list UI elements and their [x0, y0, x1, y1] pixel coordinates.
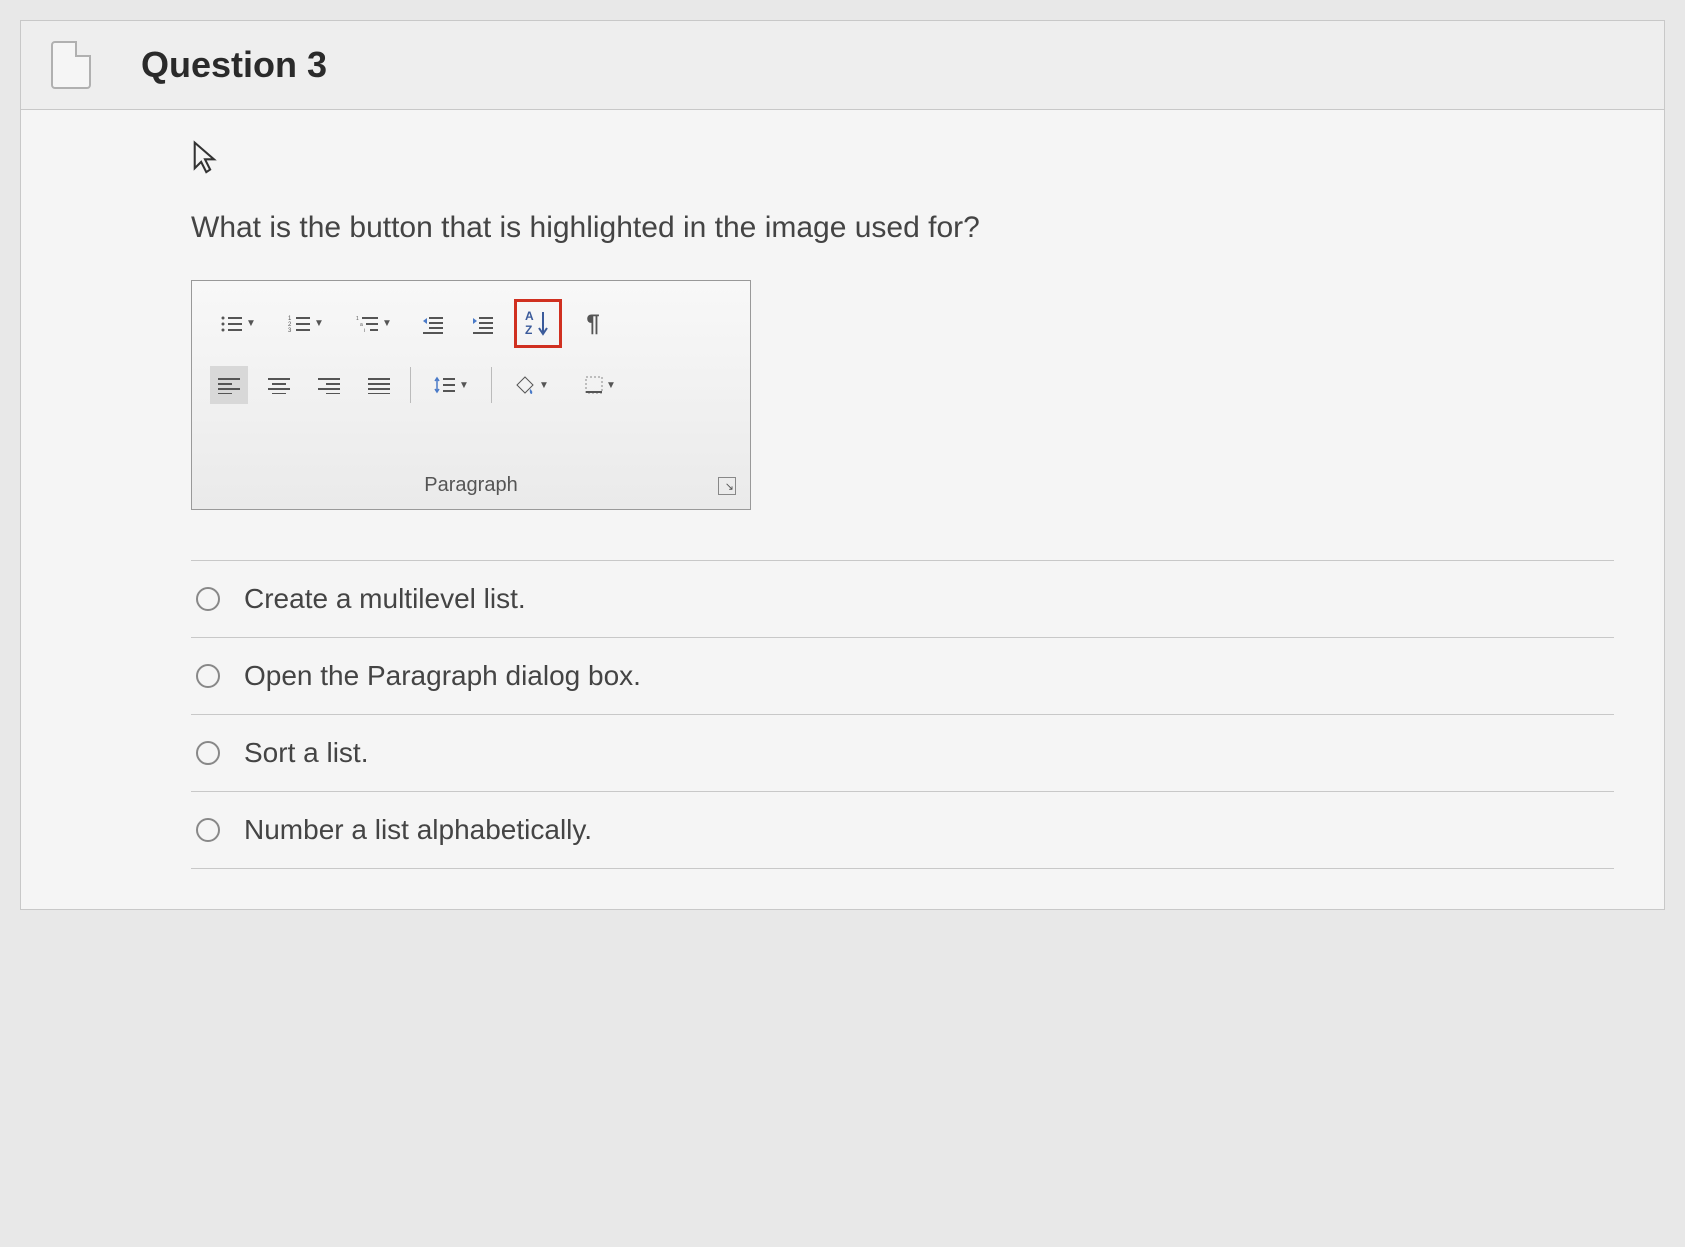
shading-icon — [515, 375, 537, 395]
borders-icon — [584, 375, 604, 395]
bullets-button[interactable]: ▼ — [210, 305, 266, 343]
decrease-indent-button[interactable] — [414, 305, 452, 343]
svg-text:Z: Z — [525, 323, 532, 337]
ribbon-paragraph-group: ▼ 123 ▼ 1ai ▼ — [191, 280, 751, 510]
divider — [491, 367, 492, 403]
question-container: Question 3 What is the button that is hi… — [20, 20, 1665, 910]
answer-text: Sort a list. — [244, 737, 368, 769]
ribbon-row-bottom: ▼ ▼ ▼ — [210, 366, 732, 404]
numbering-button[interactable]: 123 ▼ — [278, 305, 334, 343]
pilcrow-icon: ¶ — [586, 310, 599, 338]
justify-icon — [368, 376, 390, 394]
multilevel-list-button[interactable]: 1ai ▼ — [346, 305, 402, 343]
dialog-launcher-button[interactable]: ↘ — [718, 477, 736, 495]
radio-icon — [196, 587, 220, 611]
bullets-icon — [220, 314, 244, 334]
answer-option[interactable]: Create a multilevel list. — [191, 561, 1614, 638]
decrease-indent-icon — [421, 314, 445, 334]
answer-text: Create a multilevel list. — [244, 583, 526, 615]
answer-option[interactable]: Open the Paragraph dialog box. — [191, 638, 1614, 715]
align-left-icon — [218, 376, 240, 394]
question-prompt: What is the button that is highlighted i… — [191, 211, 1614, 245]
shading-button[interactable]: ▼ — [504, 366, 560, 404]
answer-option[interactable]: Sort a list. — [191, 715, 1614, 792]
question-title: Question 3 — [141, 44, 327, 86]
svg-text:3: 3 — [288, 328, 292, 334]
align-center-icon — [268, 376, 290, 394]
svg-text:A: A — [525, 309, 534, 323]
ribbon-row-top: ▼ 123 ▼ 1ai ▼ — [210, 299, 732, 348]
increase-indent-button[interactable] — [464, 305, 502, 343]
show-hide-button[interactable]: ¶ — [574, 305, 612, 343]
question-header: Question 3 — [21, 21, 1664, 110]
divider — [410, 367, 411, 403]
question-body: What is the button that is highlighted i… — [21, 110, 1664, 909]
borders-button[interactable]: ▼ — [572, 366, 628, 404]
dropdown-arrow-icon: ▼ — [314, 318, 324, 329]
svg-text:1: 1 — [356, 316, 359, 322]
svg-text:i: i — [364, 328, 365, 334]
line-spacing-icon — [433, 375, 457, 395]
highlighted-button-box: A Z — [514, 299, 562, 348]
radio-icon — [196, 818, 220, 842]
multilevel-icon: 1ai — [356, 314, 380, 334]
ribbon-group-label: Paragraph — [424, 474, 517, 497]
answer-text: Number a list alphabetically. — [244, 814, 592, 846]
dropdown-arrow-icon: ▼ — [606, 380, 616, 391]
answer-option[interactable]: Number a list alphabetically. — [191, 792, 1614, 869]
radio-icon — [196, 741, 220, 765]
answer-text: Open the Paragraph dialog box. — [244, 660, 641, 692]
increase-indent-icon — [471, 314, 495, 334]
align-right-button[interactable] — [310, 366, 348, 404]
answer-list: Create a multilevel list. Open the Parag… — [191, 560, 1614, 869]
svg-text:a: a — [360, 322, 363, 328]
align-left-button[interactable] — [210, 366, 248, 404]
align-center-button[interactable] — [260, 366, 298, 404]
dropdown-arrow-icon: ▼ — [246, 318, 256, 329]
line-spacing-button[interactable]: ▼ — [423, 366, 479, 404]
numbering-icon: 123 — [288, 314, 312, 334]
sort-icon: A Z — [523, 308, 553, 338]
file-icon — [51, 41, 91, 89]
cursor-icon — [191, 140, 1614, 181]
justify-button[interactable] — [360, 366, 398, 404]
dropdown-arrow-icon: ▼ — [459, 380, 469, 391]
dropdown-arrow-icon: ▼ — [539, 380, 549, 391]
dropdown-arrow-icon: ▼ — [382, 318, 392, 329]
sort-button[interactable]: A Z — [519, 304, 557, 342]
radio-icon — [196, 664, 220, 688]
align-right-icon — [318, 376, 340, 394]
